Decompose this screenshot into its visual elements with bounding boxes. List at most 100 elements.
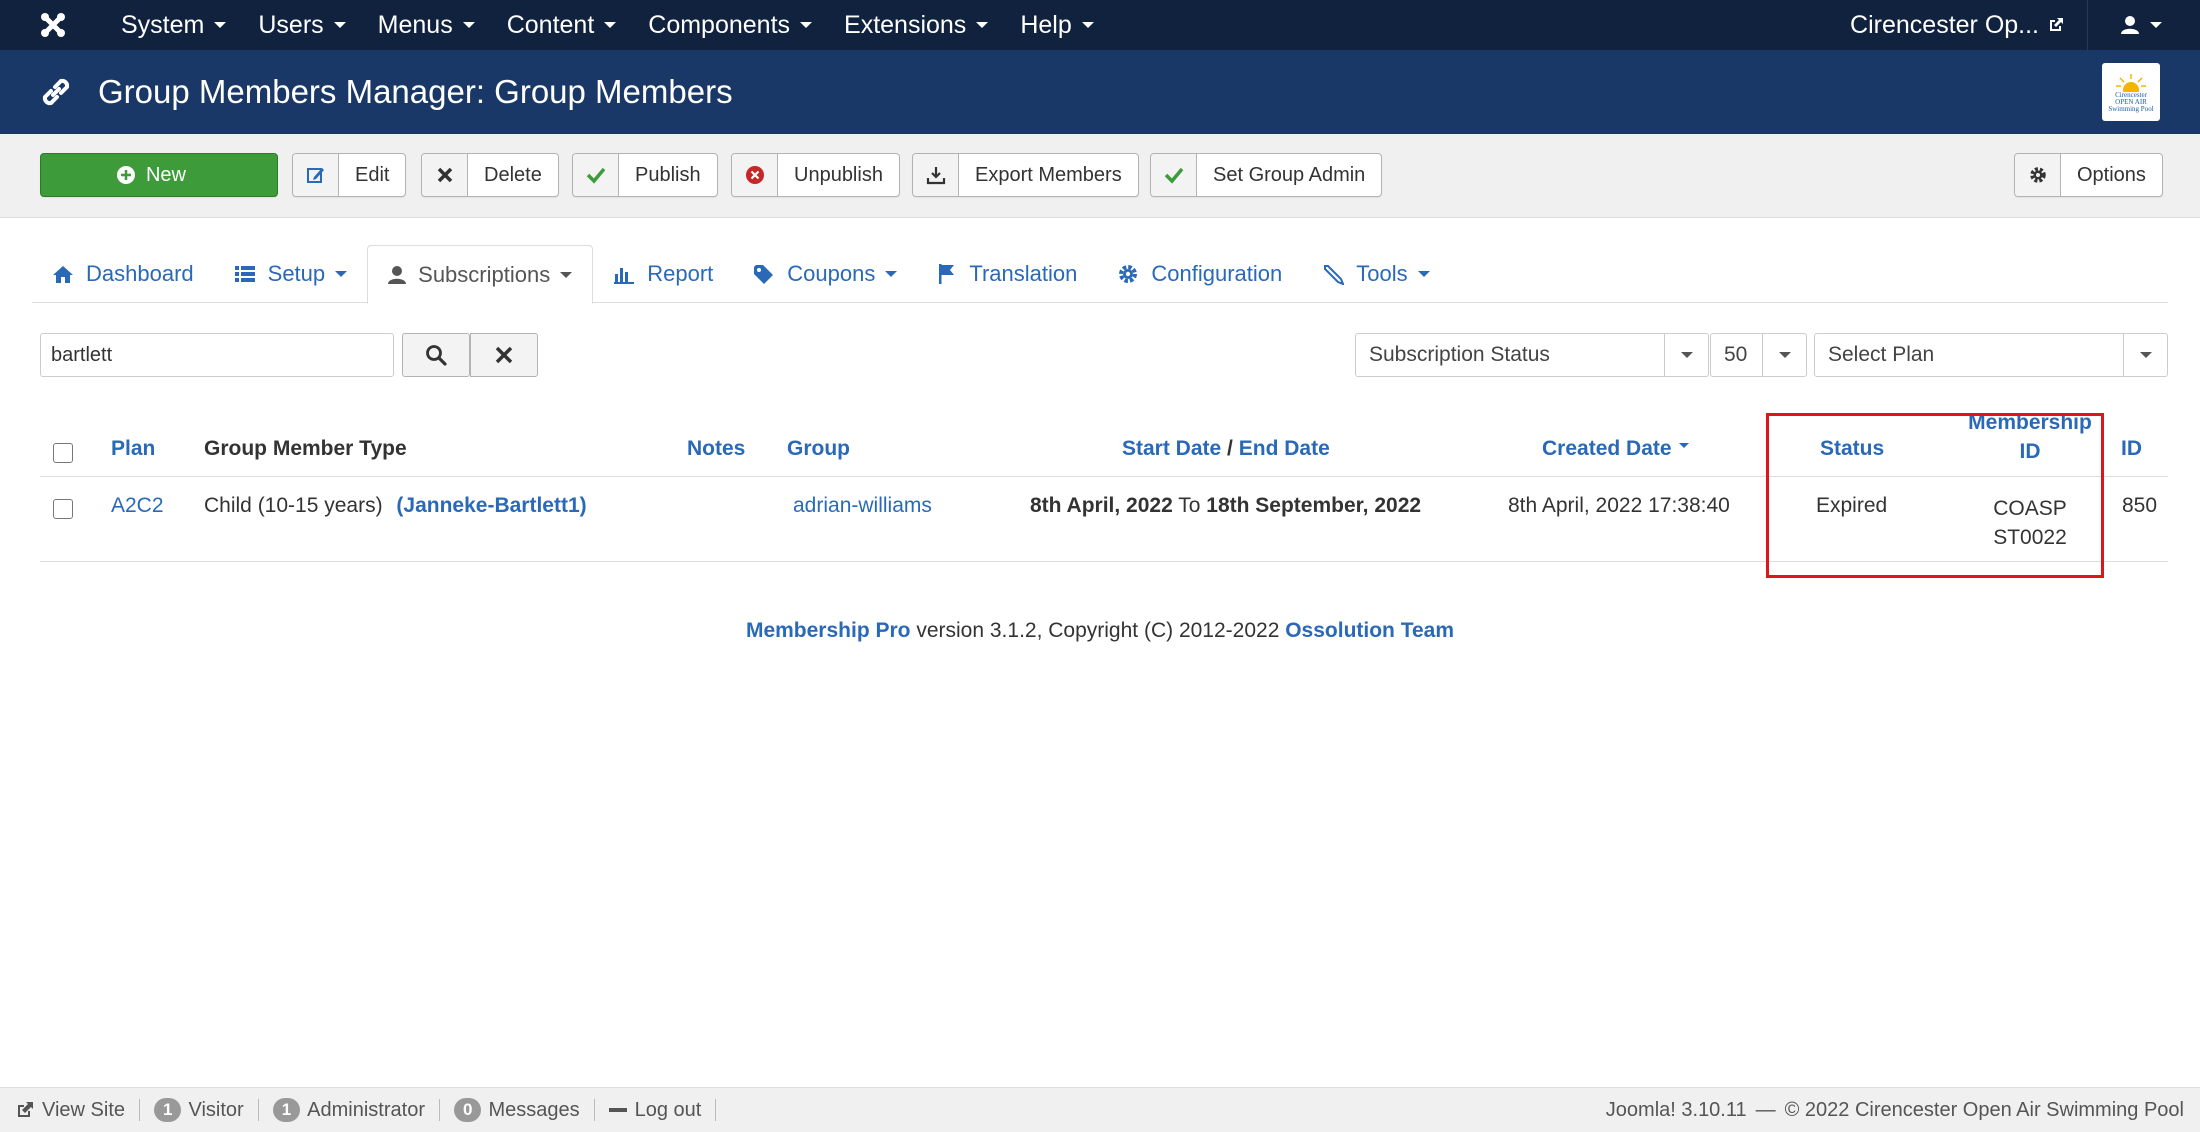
unpublish-button[interactable]: Unpublish: [731, 153, 900, 197]
chevron-down-icon: [1664, 334, 1708, 376]
tab-label: Subscriptions: [418, 261, 551, 287]
select-value: Select Plan: [1828, 343, 1935, 366]
product-link[interactable]: Membership Pro: [746, 619, 911, 642]
column-header-group[interactable]: Group: [787, 437, 850, 461]
column-header-dates: Start Date / End Date: [1122, 437, 1330, 461]
admin-count-badge: 1: [272, 1098, 301, 1122]
menu-system[interactable]: System: [105, 0, 242, 50]
member-username-link[interactable]: (Janneke-Bartlett1): [396, 494, 586, 517]
caret-down-icon: [976, 22, 989, 28]
check-icon: [573, 154, 619, 196]
set-group-admin-button[interactable]: Set Group Admin: [1150, 153, 1383, 197]
publish-button[interactable]: Publish: [572, 153, 718, 197]
menu-label: Help: [1020, 10, 1072, 39]
page-header: Group Members Manager: Group Members Cir…: [0, 50, 2200, 134]
new-button[interactable]: New: [40, 153, 278, 197]
tab-label: Translation: [969, 261, 1078, 286]
tab-dashboard[interactable]: Dashboard: [32, 245, 214, 303]
search-input[interactable]: [40, 333, 394, 377]
administrators-indicator[interactable]: 1 Administrator: [259, 1098, 440, 1122]
caret-down-icon: [1417, 271, 1430, 277]
export-members-label: Export Members: [975, 163, 1122, 186]
menu-components[interactable]: Components: [632, 0, 828, 50]
options-label: Options: [2077, 163, 2146, 186]
site-copyright: © 2022 Cirencester Open Air Swimming Poo…: [1784, 1099, 2184, 1121]
delete-icon: [422, 154, 468, 196]
tab-translation[interactable]: Translation: [917, 245, 1097, 303]
search-icon: [426, 345, 447, 366]
main-menu: System Users Menus Content Components Ex…: [105, 0, 1110, 50]
logout-link[interactable]: Log out: [595, 1099, 717, 1121]
plus-circle-icon: [116, 166, 135, 184]
gear-icon: [1119, 265, 1138, 283]
menu-content[interactable]: Content: [491, 0, 633, 50]
search-button[interactable]: [402, 333, 470, 377]
clear-search-button[interactable]: [470, 333, 538, 377]
caret-down-icon: [604, 22, 617, 28]
admin-label: Administrator: [307, 1098, 425, 1121]
publish-label: Publish: [635, 163, 701, 186]
tab-subscriptions[interactable]: Subscriptions: [367, 245, 594, 304]
copyright-text: version 3.1.2, Copyright (C) 2012-2022: [916, 619, 1280, 642]
header-label: Created Date: [1542, 437, 1672, 460]
submenu-tabs: Dashboard Setup Subscriptions Report Cou…: [32, 245, 2168, 304]
column-header-notes[interactable]: Notes: [687, 437, 745, 461]
status-bar: View Site 1 Visitor 1 Administrator 0 Me…: [0, 1087, 2200, 1132]
list-limit-select[interactable]: 50: [1710, 333, 1807, 377]
caret-down-icon: [333, 22, 346, 28]
tab-label: Dashboard: [86, 261, 194, 286]
logo-text-line: Swimming Pool: [2108, 104, 2154, 113]
menu-label: Menus: [377, 10, 453, 39]
menu-menus[interactable]: Menus: [362, 0, 491, 50]
column-header-created-date[interactable]: Created Date: [1542, 437, 1690, 461]
tab-label: Coupons: [787, 261, 876, 286]
menu-extensions[interactable]: Extensions: [828, 0, 1004, 50]
select-value: Subscription Status: [1369, 343, 1550, 366]
options-button[interactable]: Options: [2014, 153, 2163, 197]
menu-label: Content: [506, 10, 595, 39]
plan-select[interactable]: Select Plan: [1814, 333, 2168, 377]
messages-label: Messages: [488, 1098, 580, 1121]
tab-setup[interactable]: Setup: [214, 245, 368, 303]
cancel-circle-icon: [732, 154, 778, 196]
delete-button[interactable]: Delete: [421, 153, 559, 197]
column-header-plan[interactable]: Plan: [111, 437, 155, 461]
team-link[interactable]: Ossolution Team: [1285, 619, 1454, 642]
top-navbar: System Users Menus Content Components Ex…: [0, 0, 2200, 50]
tab-configuration[interactable]: Configuration: [1097, 245, 1302, 303]
visitors-indicator[interactable]: 1 Visitor: [140, 1098, 259, 1122]
user-menu[interactable]: [2088, 0, 2200, 50]
site-link[interactable]: Cirencester Op...: [1850, 0, 2088, 50]
end-date: 18th September, 2022: [1206, 494, 1422, 517]
sort-start-date[interactable]: Start Date: [1122, 437, 1221, 460]
menu-label: Extensions: [844, 10, 967, 39]
home-icon: [53, 266, 73, 283]
joomla-logo-icon[interactable]: [0, 0, 105, 50]
group-link[interactable]: adrian-williams: [793, 494, 932, 518]
row-checkbox[interactable]: [53, 499, 73, 519]
messages-indicator[interactable]: 0 Messages: [440, 1098, 595, 1122]
plan-link[interactable]: A2C2: [111, 494, 164, 518]
tag-icon: [754, 265, 774, 284]
view-site-link[interactable]: View Site: [0, 1099, 141, 1121]
menu-label: System: [121, 10, 205, 39]
menu-help[interactable]: Help: [1004, 0, 1109, 50]
messages-count-badge: 0: [453, 1098, 482, 1122]
visitor-label: Visitor: [188, 1098, 244, 1121]
tab-label: Tools: [1356, 261, 1408, 286]
minus-icon: [608, 1108, 627, 1112]
column-header-id[interactable]: ID: [2121, 437, 2142, 461]
export-members-button[interactable]: Export Members: [912, 153, 1139, 197]
caret-down-icon: [2150, 22, 2162, 28]
subscription-status-select[interactable]: Subscription Status: [1355, 333, 1709, 377]
tab-tools[interactable]: Tools: [1302, 245, 1449, 303]
gear-icon: [2015, 154, 2061, 196]
tab-report[interactable]: Report: [593, 245, 733, 303]
tab-coupons[interactable]: Coupons: [733, 245, 917, 303]
member-type-text: Child (10-15 years): [204, 494, 383, 517]
edit-button[interactable]: Edit: [292, 153, 407, 197]
sort-end-date[interactable]: End Date: [1239, 437, 1330, 460]
select-all-checkbox[interactable]: [53, 443, 73, 463]
menu-users[interactable]: Users: [242, 0, 361, 50]
delete-label: Delete: [484, 163, 542, 186]
